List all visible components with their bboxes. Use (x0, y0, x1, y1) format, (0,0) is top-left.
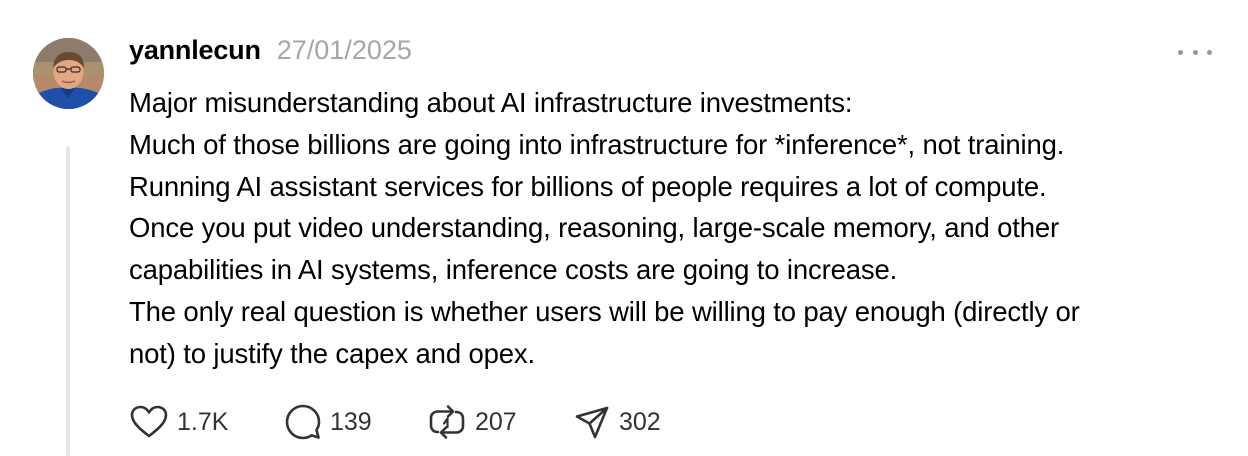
reply-count: 139 (330, 407, 372, 436)
like-count: 1.7K (177, 407, 229, 436)
repost-icon (429, 405, 465, 439)
more-options-icon (1192, 49, 1198, 55)
repost-count: 207 (475, 407, 517, 436)
repost-button[interactable]: 207 (427, 400, 517, 444)
more-options-icon (1207, 49, 1212, 55)
heart-icon (130, 405, 168, 438)
like-button[interactable]: 1.7K (129, 400, 228, 444)
share-button[interactable]: 302 (573, 400, 661, 444)
username[interactable]: yannlecun (129, 35, 261, 66)
post-text-line: Once you put video understanding, reason… (129, 212, 1060, 244)
avatar[interactable] (33, 38, 104, 109)
comment-icon (285, 404, 321, 440)
more-options-button[interactable] (1178, 40, 1212, 64)
post-text-line: capabilities in AI systems, inference co… (129, 254, 898, 286)
post-text-line: not) to justify the capex and opex. (129, 337, 535, 369)
avatar-photo (33, 38, 104, 109)
thread-line (66, 146, 70, 456)
post-text-line: The only real question is whether users … (129, 295, 1080, 327)
post: yannlecun 27/01/2025 Major misunderstand… (0, 0, 1248, 456)
post-text-line: Major misunderstanding about AI infrastr… (129, 87, 853, 118)
post-text-line: Much of those billions are going into in… (129, 128, 1065, 160)
action-bar: 1.7K 139 207 302 (129, 400, 729, 444)
timestamp[interactable]: 27/01/2025 (277, 35, 412, 66)
post-body: Major misunderstanding about AI infrastr… (129, 82, 1239, 375)
post-header: yannlecun 27/01/2025 (129, 35, 412, 71)
share-count: 302 (619, 407, 661, 436)
more-options-icon (1178, 49, 1183, 55)
send-icon (575, 406, 609, 439)
reply-button[interactable]: 139 (284, 400, 372, 444)
post-text-line: Running AI assistant services for billio… (129, 170, 1047, 202)
